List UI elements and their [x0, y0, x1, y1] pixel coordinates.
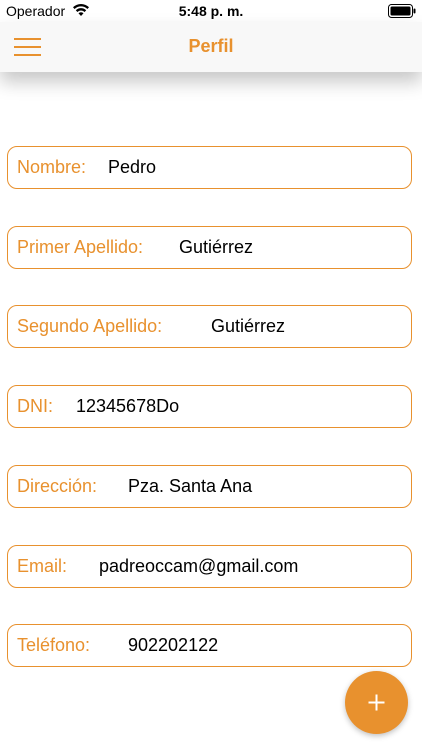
nombre-label: Nombre:: [17, 157, 87, 177]
profile-screen: Operador 5:48 p. m. Perfil Nombre: Pedro: [0, 0, 422, 750]
segundo-apellido-field[interactable]: Segundo Apellido: Gutiérrez: [7, 305, 412, 348]
direccion-value: Pza. Santa Ana: [128, 476, 253, 496]
direccion-label: Dirección:: [17, 476, 98, 496]
primer-apellido-field[interactable]: Primer Apellido: Gutiérrez: [7, 226, 412, 269]
plus-icon: [368, 694, 385, 711]
email-field[interactable]: Email: padreoccam@gmail.com: [7, 545, 412, 588]
telefono-value: 902202122: [128, 635, 219, 655]
clock: 5:48 p. m.: [178, 3, 244, 19]
dni-label: DNI:: [17, 396, 53, 416]
primer-apellido-label: Primer Apellido:: [17, 237, 144, 257]
page-title: Perfil: [188, 36, 234, 56]
segundo-apellido-value: Gutiérrez: [211, 316, 286, 336]
nombre-field[interactable]: Nombre: Pedro: [7, 146, 412, 189]
email-label: Email:: [17, 556, 68, 576]
telefono-field[interactable]: Teléfono: 902202122: [7, 624, 412, 667]
battery-icon: [388, 4, 416, 18]
navigation-bar: Perfil: [0, 22, 422, 72]
status-bar: Operador 5:48 p. m.: [0, 0, 422, 22]
add-button[interactable]: [345, 671, 408, 734]
dni-field[interactable]: DNI: 12345678Do: [7, 385, 412, 428]
email-value: padreoccam@gmail.com: [99, 556, 299, 576]
telefono-label: Teléfono:: [17, 635, 91, 655]
nombre-value: Pedro: [108, 157, 157, 177]
segundo-apellido-label: Segundo Apellido:: [17, 316, 163, 336]
dni-value: 12345678Do: [76, 396, 180, 416]
direccion-field[interactable]: Dirección: Pza. Santa Ana: [7, 465, 412, 508]
primer-apellido-value: Gutiérrez: [179, 237, 254, 257]
